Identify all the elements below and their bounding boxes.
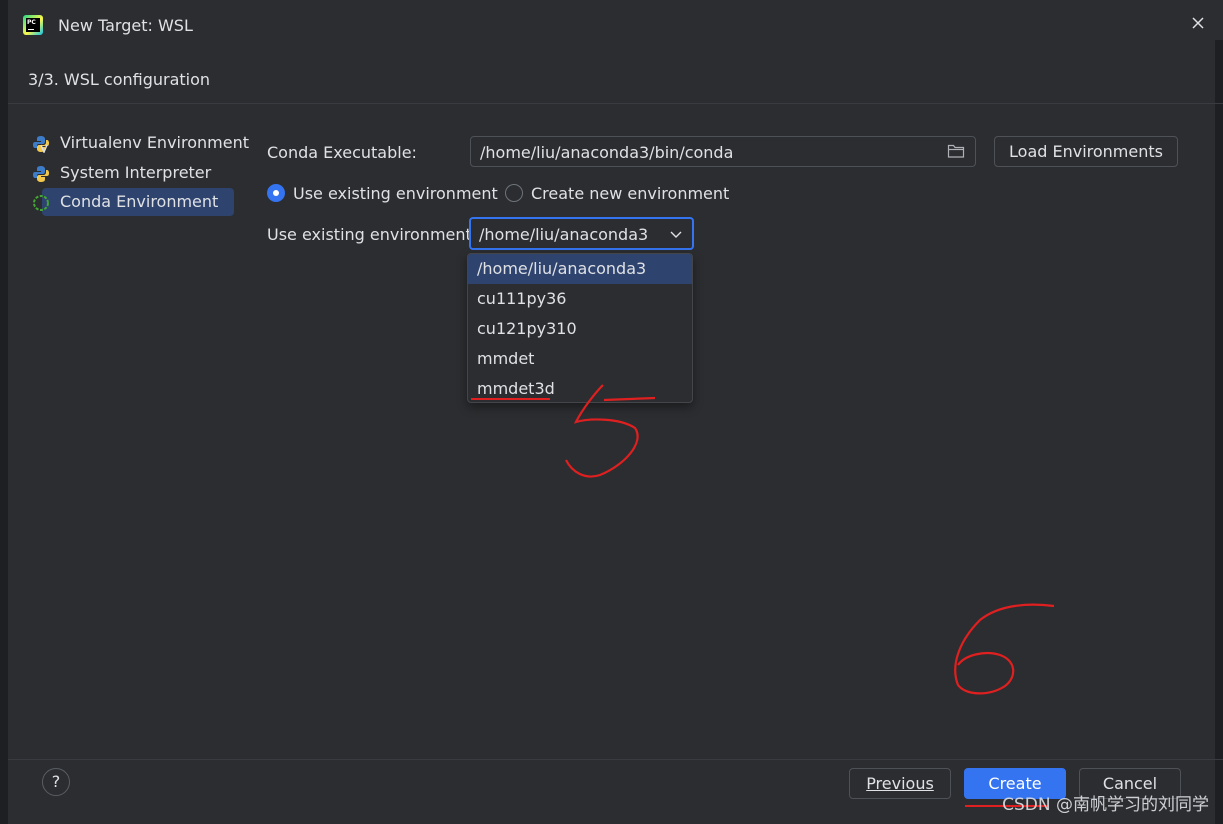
handwritten-6-annotation <box>954 603 1055 695</box>
watermark: CSDN @南帆学习的刘同学 <box>1002 795 1209 815</box>
red-annotation-overlay <box>471 384 1055 807</box>
handwritten-5-annotation <box>565 384 656 478</box>
